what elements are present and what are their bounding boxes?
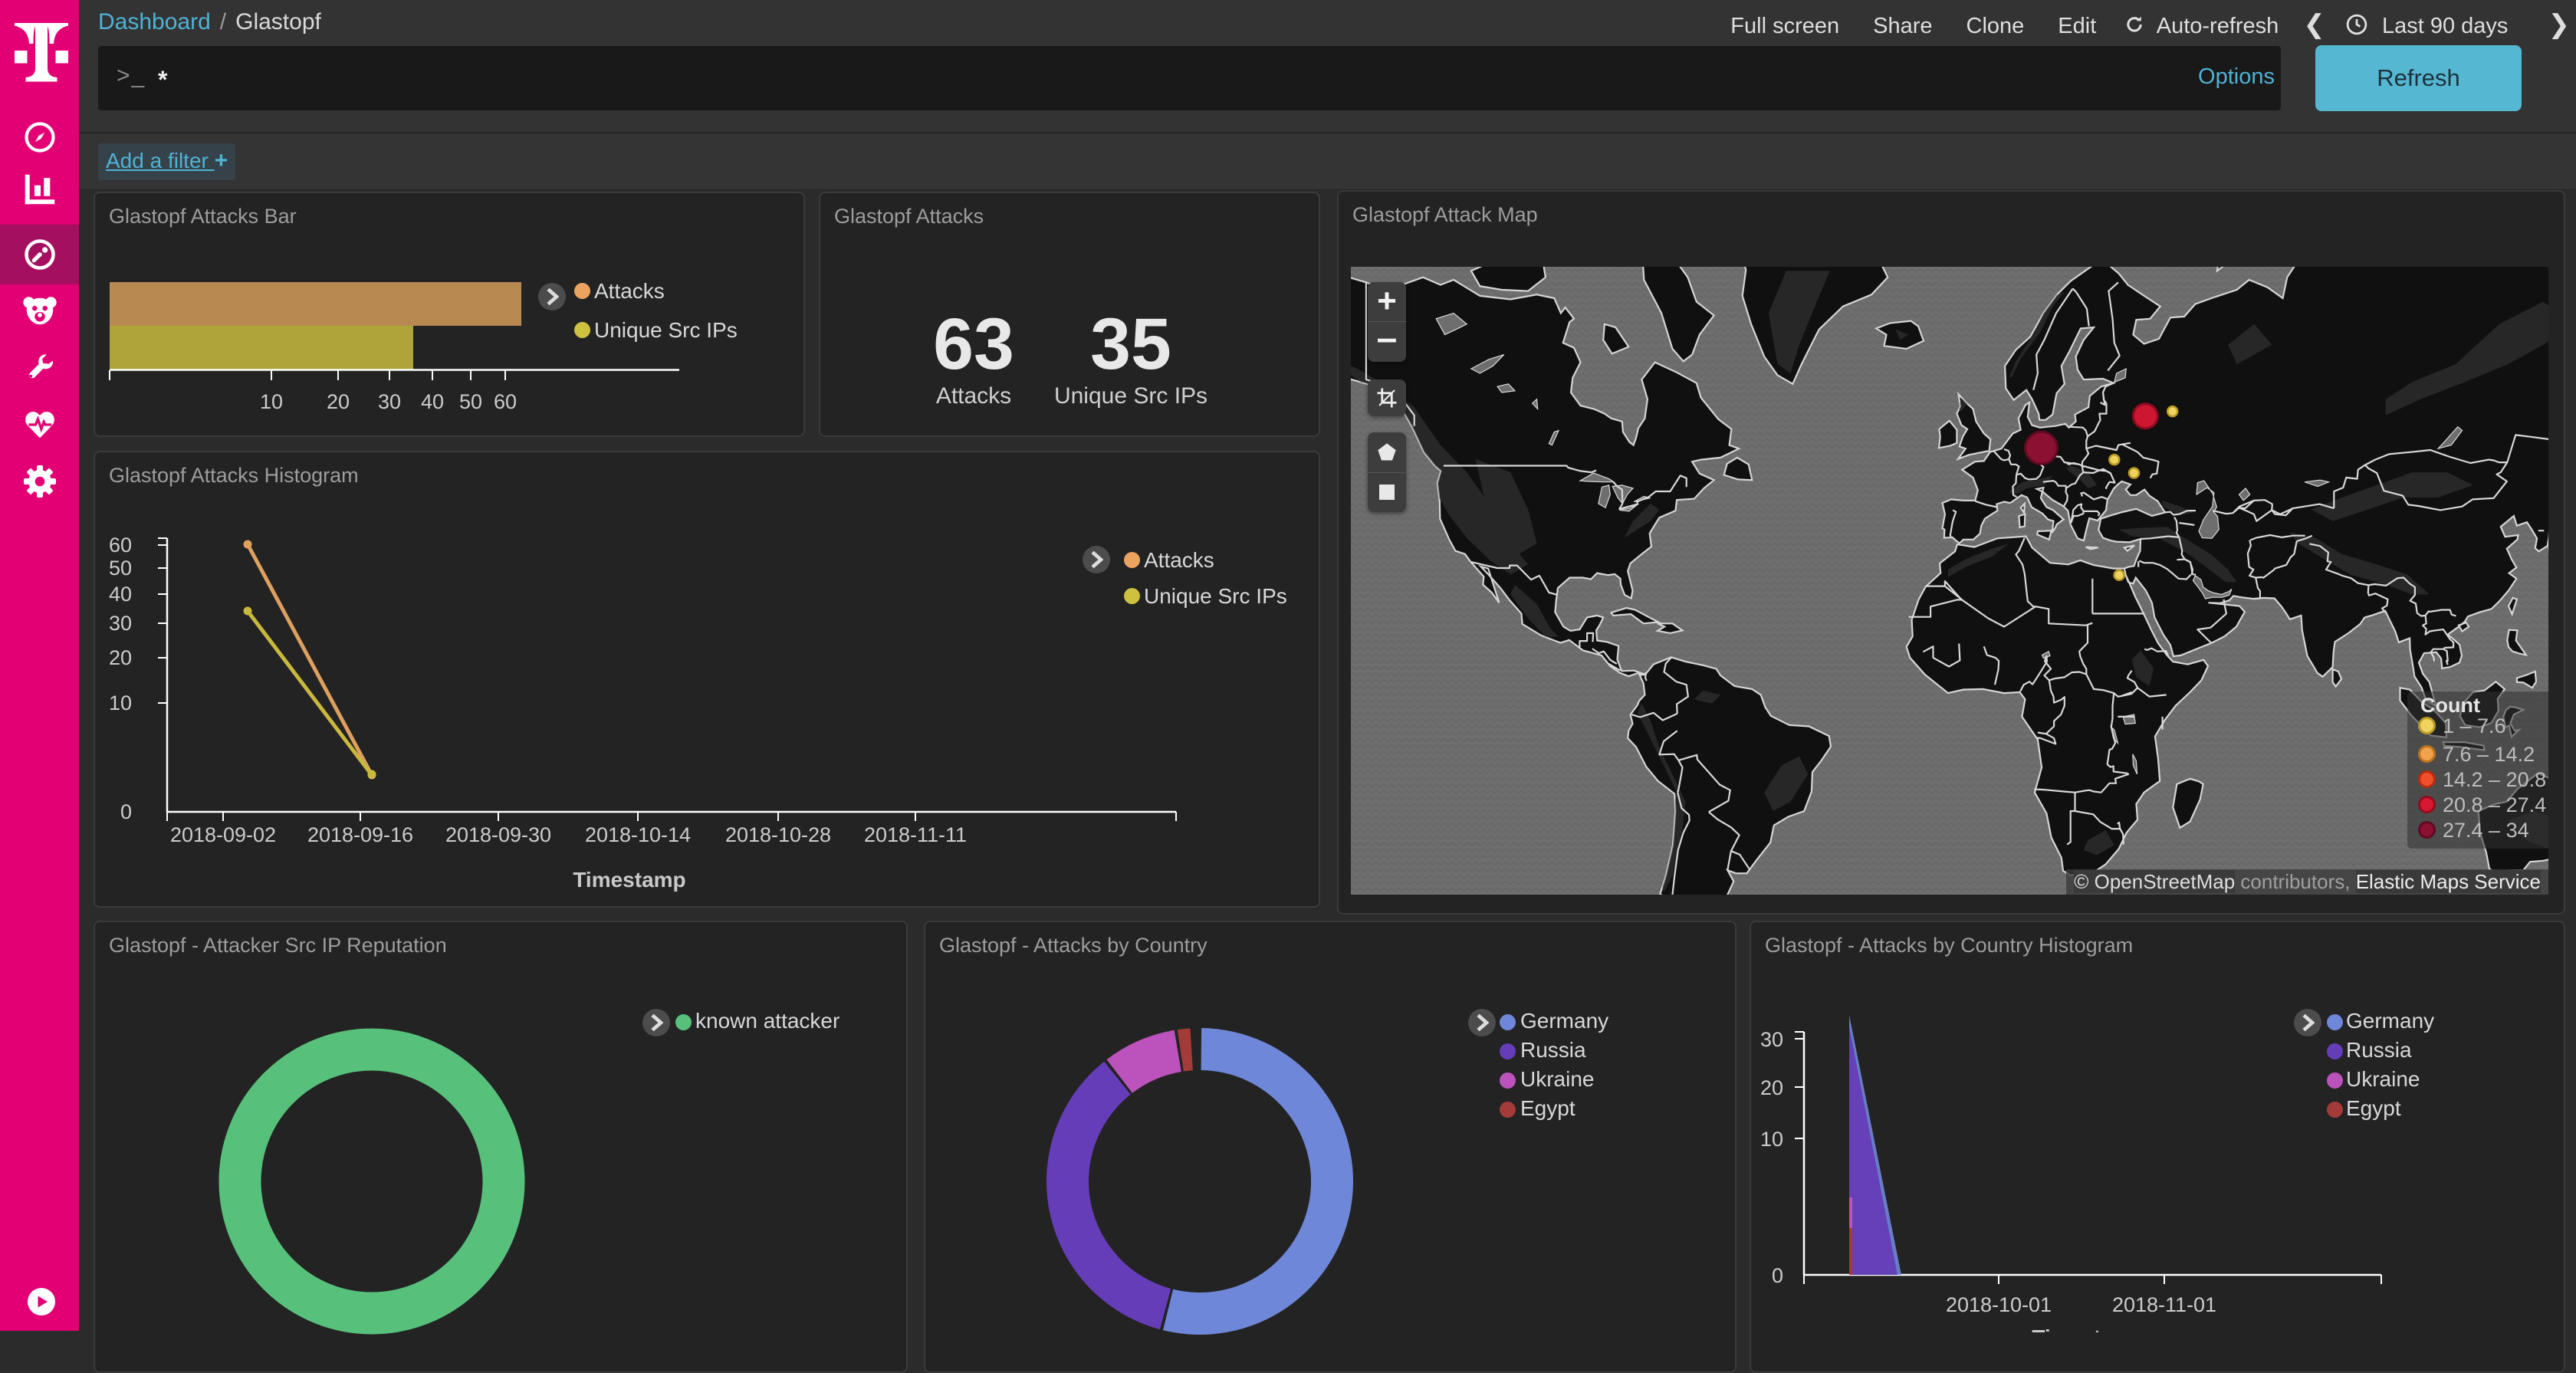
svg-text:60: 60 <box>109 534 132 557</box>
svg-text:10: 10 <box>1760 1128 1783 1151</box>
svg-text:2018-09-02: 2018-09-02 <box>170 823 276 846</box>
svg-text:50: 50 <box>109 557 132 580</box>
svg-text:0: 0 <box>1772 1264 1783 1287</box>
svg-text:2018-10-14: 2018-10-14 <box>585 823 691 846</box>
svg-text:30: 30 <box>109 612 132 635</box>
svg-text:Timestamp: Timestamp <box>573 868 685 892</box>
svg-text:2018-10-28: 2018-10-28 <box>725 823 831 846</box>
svg-text:0: 0 <box>120 800 132 823</box>
svg-text:40: 40 <box>421 390 444 413</box>
svg-text:2018-09-30: 2018-09-30 <box>445 823 551 846</box>
svg-text:10: 10 <box>109 691 132 714</box>
svg-text:20: 20 <box>109 646 132 669</box>
svg-text:Timestamp: Timestamp <box>2032 1325 2144 1332</box>
svg-text:40: 40 <box>109 583 132 606</box>
svg-text:2018-11-01: 2018-11-01 <box>2112 1293 2216 1316</box>
svg-text:2018-11-11: 2018-11-11 <box>864 823 967 846</box>
svg-text:2018-10-01: 2018-10-01 <box>1946 1293 2052 1316</box>
svg-text:10: 10 <box>260 390 283 413</box>
svg-text:30: 30 <box>1760 1028 1783 1051</box>
svg-text:50: 50 <box>459 390 482 413</box>
svg-text:2018-09-16: 2018-09-16 <box>307 823 413 846</box>
svg-text:20: 20 <box>327 390 350 413</box>
svg-text:30: 30 <box>378 390 401 413</box>
svg-text:20: 20 <box>1760 1076 1783 1099</box>
svg-text:60: 60 <box>494 390 517 413</box>
